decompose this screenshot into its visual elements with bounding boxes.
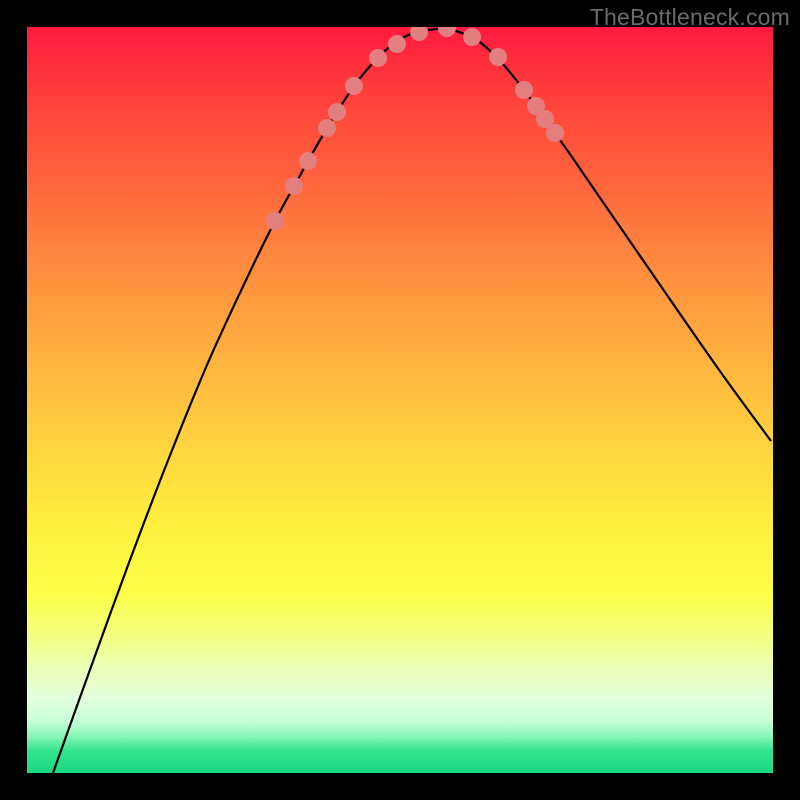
data-marker [319, 120, 336, 137]
data-marker [389, 36, 406, 53]
data-marker [370, 50, 387, 67]
data-marker [411, 27, 428, 41]
chart-frame: TheBottleneck.com [0, 0, 800, 800]
left-markers [267, 27, 456, 230]
chart-svg [27, 27, 773, 773]
plot-area [27, 27, 773, 773]
data-marker [300, 153, 317, 170]
data-marker [329, 104, 346, 121]
data-marker [490, 49, 507, 66]
watermark-text: TheBottleneck.com [590, 4, 790, 31]
left-curve [53, 28, 447, 773]
data-marker [439, 27, 456, 37]
right-markers [464, 29, 564, 142]
data-marker [516, 82, 533, 99]
data-marker [547, 125, 564, 142]
right-curve [447, 28, 771, 441]
data-marker [286, 178, 303, 195]
data-marker [267, 213, 284, 230]
data-marker [346, 78, 363, 95]
data-marker [464, 29, 481, 46]
data-marker [537, 111, 554, 128]
